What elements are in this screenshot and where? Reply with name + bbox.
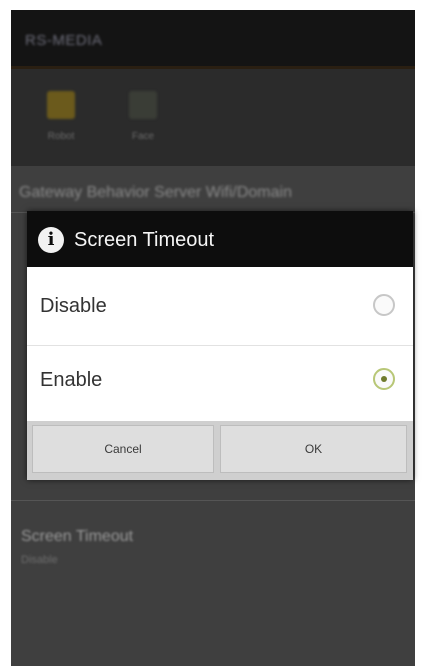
toolbar-item-robot[interactable]: Robot	[29, 83, 93, 155]
action-bar: RS-MEDIA	[11, 10, 415, 69]
info-icon: i	[38, 227, 64, 253]
toolbar-item-face[interactable]: Face	[111, 83, 175, 155]
list-item-subtitle: Disable	[21, 554, 58, 566]
face-icon	[129, 91, 157, 119]
dialog-header: i Screen Timeout	[27, 211, 413, 267]
option-divider	[27, 345, 413, 346]
toolbar-item-label: Face	[131, 131, 155, 142]
option-label: Enable	[40, 369, 103, 391]
app-title: RS-MEDIA	[25, 32, 103, 49]
toolbar-item-label: Robot	[47, 131, 75, 142]
option-label: Disable	[40, 295, 107, 317]
radio-enable[interactable]	[373, 368, 395, 390]
cancel-button[interactable]: Cancel	[32, 425, 214, 473]
screen-timeout-dialog: i Screen Timeout Disable Enable Cancel O…	[27, 211, 413, 480]
radio-disable[interactable]	[373, 294, 395, 316]
toolbar: Robot Face	[11, 69, 415, 166]
list-divider	[11, 500, 415, 501]
dialog-button-bar: Cancel OK	[27, 421, 413, 480]
list-item-title: Screen Timeout	[21, 528, 134, 545]
dialog-title: Screen Timeout	[74, 229, 215, 251]
option-enable[interactable]: Enable	[27, 347, 413, 415]
option-disable[interactable]: Disable	[27, 273, 413, 341]
robot-icon	[47, 91, 75, 119]
ok-button[interactable]: OK	[220, 425, 407, 473]
settings-tabs: Gateway Behavior Server Wifi/Domain	[19, 184, 292, 201]
